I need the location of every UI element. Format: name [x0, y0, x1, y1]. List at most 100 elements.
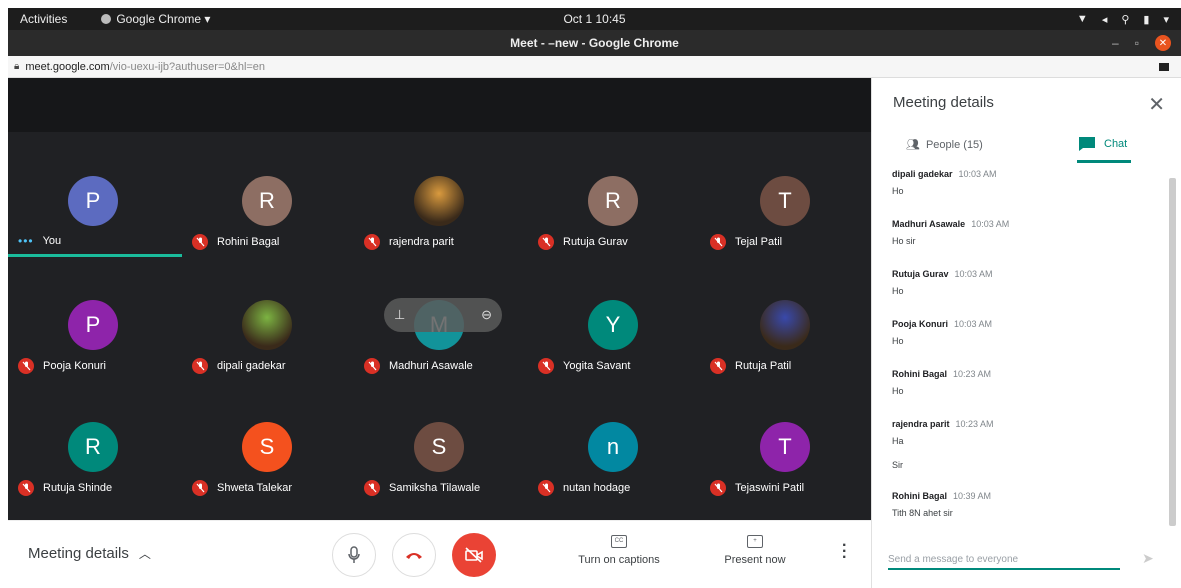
more-options-icon[interactable]: · · ·: [842, 538, 847, 566]
chat-sender: Rohini Bagal: [892, 491, 948, 501]
participant-name: Pooja Konuri: [43, 360, 106, 372]
chat-message-input[interactable]: Send a message to everyone: [888, 550, 1120, 570]
lock-icon[interactable]: 🔒︎: [14, 61, 19, 72]
chat-scrollbar[interactable]: [1169, 178, 1176, 526]
remove-icon[interactable]: ⊖: [481, 307, 492, 323]
screen: Activities Google Chrome ▾ Oct 1 10:45 ▼…: [0, 0, 1181, 588]
mic-off-icon: [192, 358, 208, 374]
participant-tile[interactable]: R Rohini Bagal: [182, 170, 354, 296]
address-bar[interactable]: 🔒︎ meet.google.com/vio-uexu-ijb?authuser…: [8, 56, 1181, 78]
chat-timestamp: 10:03 AM: [954, 319, 993, 329]
meeting-details-panel: Meeting details ✕ 👥︎ People (15) Chat di…: [871, 78, 1181, 588]
send-icon[interactable]: ➤: [1142, 550, 1154, 567]
stage-top-band: [8, 78, 871, 132]
participant-name: Yogita Savant: [563, 360, 631, 372]
chat-timestamp: 10:03 AM: [958, 169, 997, 179]
url-host: meet.google.com: [25, 60, 110, 73]
chat-message-header: Rohini Bagal 10:23 AM: [892, 364, 1162, 382]
people-tab-label: People (15): [925, 138, 983, 151]
close-window-icon[interactable]: ✕: [1155, 35, 1171, 51]
camera-off-icon: [465, 547, 483, 563]
system-tray[interactable]: ▼ ◂ ⚲ ▮ ▾: [1077, 13, 1169, 26]
mic-off-icon: [538, 234, 554, 250]
tab-people[interactable]: 👥︎ People (15): [906, 138, 983, 152]
participant-tile[interactable]: P Pooja Konuri: [8, 294, 180, 420]
chat-text: Sir: [892, 460, 903, 470]
captions-icon: CC: [611, 535, 627, 548]
participant-tile[interactable]: dipali gadekar: [182, 294, 354, 420]
chat-timestamp: 10:23 AM: [955, 419, 994, 429]
participant-avatar: S: [414, 422, 464, 472]
participant-avatar: T: [760, 176, 810, 226]
chat-message: Rutuja Gurav 10:03 AM Ho: [892, 264, 1162, 296]
chat-message: rajendra parit 10:23 AM Ha Sir: [892, 414, 1162, 470]
microphone-button[interactable]: [332, 533, 376, 577]
mic-off-icon: [192, 480, 208, 496]
participant-avatar: R: [588, 176, 638, 226]
participant-tile[interactable]: P ••• You: [8, 170, 180, 296]
chat-text: Ho: [892, 286, 904, 296]
mic-off-icon: [18, 480, 34, 496]
participant-tile[interactable]: R Rutuja Gurav: [528, 170, 700, 296]
tab-chat[interactable]: Chat: [1078, 136, 1127, 152]
participant-name: Rutuja Patil: [735, 360, 792, 372]
mic-off-icon: [710, 480, 726, 496]
app-menu[interactable]: Google Chrome ▾: [101, 12, 210, 26]
chat-message: Pooja Konuri 10:03 AM Ho: [892, 314, 1162, 346]
participant-name: rajendra parit: [389, 236, 454, 248]
maximize-icon[interactable]: ▫: [1135, 36, 1139, 50]
people-icon: 👥︎: [906, 139, 920, 151]
participant-name: dipali gadekar: [217, 360, 286, 372]
pin-icon[interactable]: ⊥: [394, 307, 405, 323]
participant-tile[interactable]: Rutuja Patil: [700, 294, 872, 420]
chat-text: Ho sir: [892, 236, 916, 246]
close-panel-icon[interactable]: ✕: [1148, 92, 1165, 117]
participant-photo: [760, 300, 810, 350]
participant-tile[interactable]: Y Yogita Savant: [528, 294, 700, 420]
extension-icon[interactable]: [1159, 62, 1169, 71]
window-title: Meet - –new - Google Chrome: [510, 36, 679, 50]
chat-timestamp: 10:39 AM: [953, 491, 992, 501]
participant-name: Tejal Patil: [735, 236, 783, 248]
mic-status-icon: ⚲: [1121, 13, 1130, 26]
app-menu-label: Google Chrome ▾: [116, 12, 211, 26]
participant-name-bar: Rutuja Shinde: [18, 480, 112, 496]
chat-text: Ho: [892, 186, 904, 196]
chat-sender: Rutuja Gurav: [892, 269, 949, 279]
participant-avatar: P: [68, 176, 118, 226]
url-path: /vio-uexu-ijb?authuser=0&hl=en: [109, 60, 266, 73]
captions-button[interactable]: CC Turn on captions: [564, 535, 674, 566]
window-buttons: – ▫ ✕: [1112, 35, 1171, 51]
chat-message-header: Rohini Bagal 10:39 AM: [892, 486, 1162, 504]
chat-message-header: Madhuri Asawale 10:03 AM: [892, 214, 1162, 232]
participant-name-bar: ••• You: [18, 234, 61, 248]
meeting-details-toggle[interactable]: Meeting details ︿: [28, 545, 151, 562]
chevron-up-icon: ︿: [138, 547, 151, 561]
chat-text: Tith 8N ahet sir: [892, 508, 953, 518]
present-icon: +: [747, 535, 763, 548]
participant-tile[interactable]: T Tejal Patil: [700, 170, 872, 296]
mic-off-icon: [538, 358, 554, 374]
chat-tab-label: Chat: [1104, 138, 1128, 150]
leave-call-button[interactable]: [392, 533, 436, 577]
chat-text: Ho: [892, 386, 904, 396]
participant-avatar: P: [68, 300, 118, 350]
minimize-icon[interactable]: –: [1112, 36, 1119, 50]
chat-tab-indicator: [1077, 160, 1131, 163]
chat-message: Madhuri Asawale 10:03 AM Ho sir: [892, 214, 1162, 246]
participant-tile[interactable]: rajendra parit: [354, 170, 526, 296]
present-button[interactable]: + Present now: [700, 535, 810, 566]
present-label: Present now: [724, 554, 786, 566]
participant-name-bar: dipali gadekar: [192, 358, 286, 374]
activities-button[interactable]: Activities: [20, 12, 67, 26]
participant-name-bar: Tejaswini Patil: [710, 480, 804, 496]
meeting-controls: Meeting details ︿ CC Turn on captions + …: [8, 520, 871, 588]
mic-off-icon: [710, 358, 726, 374]
system-top-bar: Activities Google Chrome ▾ Oct 1 10:45 ▼…: [8, 8, 1181, 30]
mic-off-icon: [538, 480, 554, 496]
chat-sender: rajendra parit: [892, 419, 950, 429]
camera-button[interactable]: [452, 533, 496, 577]
participant-name-bar: Rohini Bagal: [192, 234, 279, 250]
participant-name-bar: rajendra parit: [364, 234, 454, 250]
tile-hover-controls[interactable]: ⊥ ⊖: [384, 298, 502, 332]
